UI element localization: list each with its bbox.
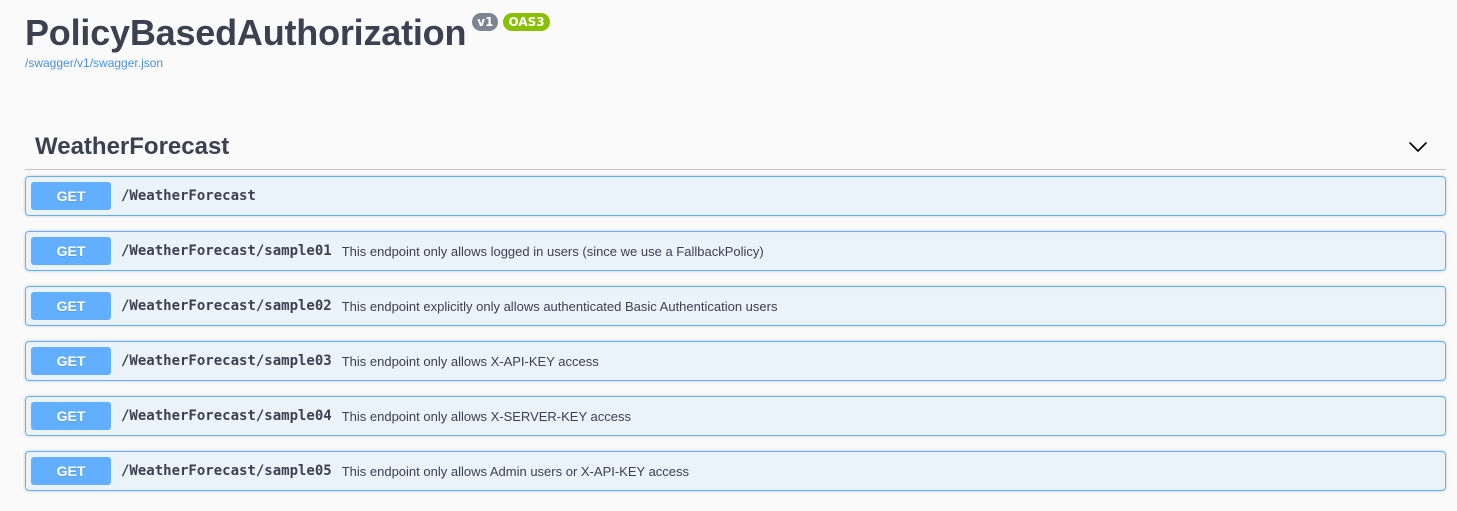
method-badge: GET xyxy=(31,182,111,210)
operation-summary: This endpoint only allows X-SERVER-KEY a… xyxy=(341,408,631,424)
tag-section-weatherforecast: WeatherForecast GET /WeatherForecast GET… xyxy=(25,124,1446,506)
operation-get-weatherforecast[interactable]: GET /WeatherForecast xyxy=(25,176,1446,216)
swagger-page: PolicyBasedAuthorization v1 OAS3 /swagge… xyxy=(0,0,1457,511)
version-badge: v1 xyxy=(472,13,499,31)
operation-path: /WeatherForecast/sample04 xyxy=(121,408,332,424)
tag-name: WeatherForecast xyxy=(35,132,230,160)
method-badge: GET xyxy=(31,292,111,320)
operation-get-sample03[interactable]: GET /WeatherForecast/sample03 This endpo… xyxy=(25,341,1446,381)
chevron-down-icon[interactable] xyxy=(1408,137,1428,157)
operation-get-sample01[interactable]: GET /WeatherForecast/sample01 This endpo… xyxy=(25,231,1446,271)
method-badge: GET xyxy=(31,237,111,265)
operation-path: /WeatherForecast xyxy=(121,188,256,204)
operation-get-sample02[interactable]: GET /WeatherForecast/sample02 This endpo… xyxy=(25,286,1446,326)
method-badge: GET xyxy=(31,402,111,430)
badges: v1 OAS3 xyxy=(472,13,550,31)
tag-header[interactable]: WeatherForecast xyxy=(25,124,1446,170)
page-title: PolicyBasedAuthorization xyxy=(25,12,467,53)
api-info: PolicyBasedAuthorization v1 OAS3 /swagge… xyxy=(25,0,1445,72)
title-row: PolicyBasedAuthorization v1 OAS3 xyxy=(25,12,1445,54)
operation-path: /WeatherForecast/sample05 xyxy=(121,463,332,479)
operation-get-sample04[interactable]: GET /WeatherForecast/sample04 This endpo… xyxy=(25,396,1446,436)
operation-summary: This endpoint only allows X-API-KEY acce… xyxy=(341,353,599,369)
method-badge: GET xyxy=(31,457,111,485)
operation-summary: This endpoint explicitly only allows aut… xyxy=(341,298,778,314)
operation-get-sample05[interactable]: GET /WeatherForecast/sample05 This endpo… xyxy=(25,451,1446,491)
operation-path: /WeatherForecast/sample01 xyxy=(121,243,332,259)
operation-summary: This endpoint only allows Admin users or… xyxy=(341,463,690,479)
operations-list: GET /WeatherForecast GET /WeatherForecas… xyxy=(25,176,1446,491)
oas-badge: OAS3 xyxy=(503,13,550,31)
spec-json-link[interactable]: /swagger/v1/swagger.json xyxy=(25,56,163,70)
method-badge: GET xyxy=(31,347,111,375)
operation-path: /WeatherForecast/sample03 xyxy=(121,353,332,369)
operation-path: /WeatherForecast/sample02 xyxy=(121,298,332,314)
operation-summary: This endpoint only allows logged in user… xyxy=(341,243,764,259)
